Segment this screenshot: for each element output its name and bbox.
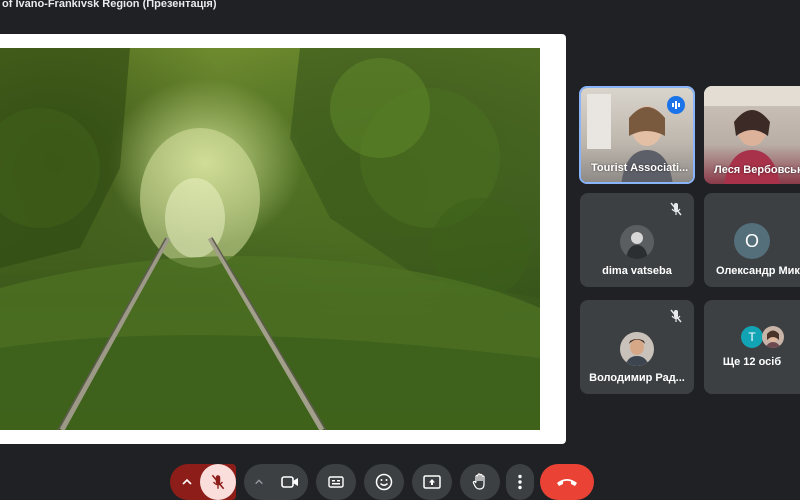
participant-tile-dima[interactable]: dima vatseba — [580, 193, 694, 287]
railway-illustration — [0, 48, 540, 430]
mic-off-icon — [211, 474, 225, 490]
participant-tile-volodymyr[interactable]: Володимир Рад... — [580, 300, 694, 394]
raise-hand-button[interactable] — [460, 464, 500, 500]
participant-name: Леся Вербовськ... — [714, 164, 800, 176]
present-icon — [423, 475, 441, 489]
avatar — [762, 326, 784, 348]
meeting-title: of Ivano-Frankivsk Region (Презентація) — [2, 0, 217, 10]
participant-name: Tourist Associati... — [591, 162, 689, 174]
avatar — [620, 225, 654, 259]
captions-button[interactable] — [316, 464, 356, 500]
presentation-frame — [0, 34, 566, 444]
mic-off-icon — [670, 309, 682, 323]
camera-icon — [281, 476, 298, 488]
mic-toggle-button[interactable] — [200, 464, 236, 500]
more-participants-tile[interactable]: T Ще 12 осіб — [704, 300, 800, 394]
more-options-button[interactable] — [506, 464, 534, 500]
participant-tile-oleksandr[interactable]: O Олександр Мик... — [704, 193, 800, 287]
camera-toggle-button[interactable] — [272, 464, 308, 500]
avatar: T — [741, 326, 763, 348]
chevron-up-icon — [182, 478, 192, 485]
speaking-indicator-icon — [667, 96, 685, 114]
participant-name: dima vatseba — [602, 265, 672, 277]
participant-tile-lesia[interactable]: Леся Вербовськ... — [704, 86, 800, 184]
captions-icon — [328, 476, 344, 488]
participant-name: Олександр Мик... — [716, 265, 800, 277]
more-vert-icon — [518, 474, 522, 490]
avatar — [620, 332, 654, 366]
avatar: O — [734, 223, 770, 259]
hand-icon — [472, 473, 485, 490]
chevron-up-icon — [255, 479, 263, 485]
reactions-button[interactable] — [364, 464, 404, 500]
slide-photo-railway — [0, 48, 540, 430]
call-end-icon — [557, 479, 577, 486]
present-button[interactable] — [412, 464, 452, 500]
emoji-icon — [375, 473, 393, 491]
leave-call-button[interactable] — [540, 464, 594, 500]
participant-tile-tourist-association[interactable]: Tourist Associati... — [579, 86, 695, 184]
participant-name: Ще 12 осіб — [722, 356, 782, 368]
mic-off-icon — [670, 202, 682, 216]
participant-name: Володимир Рад... — [589, 372, 685, 384]
